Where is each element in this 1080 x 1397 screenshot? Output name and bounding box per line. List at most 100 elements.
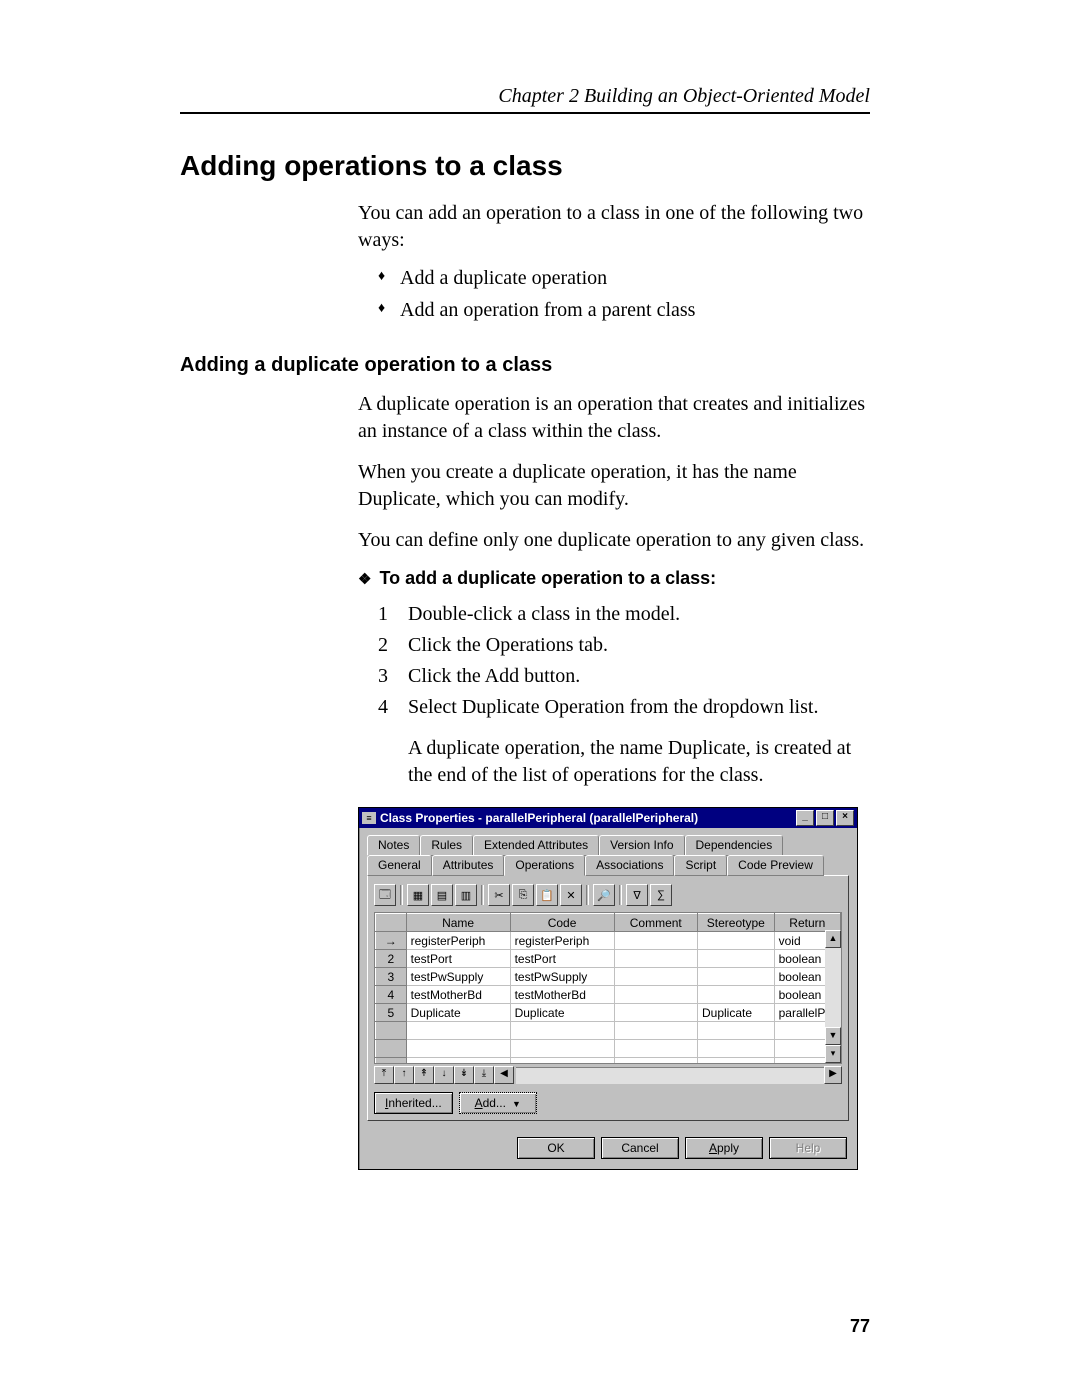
nav-last-icon[interactable]: ⤓ — [474, 1066, 494, 1084]
tab-code-preview[interactable]: Code Preview — [727, 855, 824, 876]
cancel-button[interactable]: Cancel — [601, 1137, 679, 1159]
row-indicator[interactable]: 4 — [376, 986, 407, 1004]
table-row[interactable]: →registerPeriphregisterPeriphvoid — [376, 932, 841, 950]
tab-associations[interactable]: Associations — [585, 855, 674, 876]
col-stereotype[interactable]: Stereotype — [697, 914, 774, 932]
nav-up-icon[interactable]: ↑ — [394, 1066, 414, 1084]
step-item: Select Duplicate Operation from the drop… — [378, 692, 870, 723]
customize-icon[interactable]: ∑ — [650, 884, 672, 906]
tab-extended-attributes[interactable]: Extended Attributes — [473, 835, 599, 856]
row-indicator[interactable]: → — [376, 932, 407, 950]
cell-comment[interactable] — [614, 968, 697, 986]
cell-comment[interactable] — [614, 986, 697, 1004]
cell-comment[interactable] — [614, 1004, 697, 1022]
table-row[interactable]: 5DuplicateDuplicateDuplicateparallelPer — [376, 1004, 841, 1022]
help-button[interactable]: Help — [769, 1137, 847, 1159]
tab-rules[interactable]: Rules — [420, 835, 473, 856]
cell-stereotype[interactable] — [697, 932, 774, 950]
tab-version-info[interactable]: Version Info — [599, 835, 684, 856]
bullet-item: Add a duplicate operation — [378, 262, 870, 294]
tab-dependencies[interactable]: Dependencies — [685, 835, 784, 856]
cell-comment[interactable] — [614, 932, 697, 950]
tab-general[interactable]: General — [367, 855, 432, 876]
inherited-button[interactable]: Inherited... — [374, 1092, 453, 1114]
horizontal-scrollbar[interactable] — [516, 1067, 824, 1084]
operations-grid[interactable]: Name Code Comment Stereotype Return →reg… — [374, 912, 842, 1064]
col-return[interactable]: Return — [774, 914, 840, 932]
cell-code[interactable]: testMotherBd — [510, 986, 614, 1004]
paste-icon[interactable]: 📋 — [536, 884, 558, 906]
step-item: Click the Operations tab. — [378, 630, 870, 661]
system-menu-icon[interactable]: ≡ — [362, 812, 376, 824]
cell-stereotype[interactable] — [697, 968, 774, 986]
add-button[interactable]: Add... — [459, 1092, 537, 1114]
nav-left-icon[interactable]: ◀ — [494, 1066, 514, 1084]
step-item: Double-click a class in the model. — [378, 599, 870, 630]
row-indicator[interactable]: 3 — [376, 968, 407, 986]
tab-operations[interactable]: Operations — [504, 855, 585, 876]
section-title: Adding operations to a class — [180, 150, 870, 182]
col-comment[interactable]: Comment — [614, 914, 697, 932]
apply-button[interactable]: Apply — [685, 1137, 763, 1159]
cell-code[interactable]: Duplicate — [510, 1004, 614, 1022]
table-row[interactable] — [376, 1022, 841, 1040]
dialog-titlebar[interactable]: ≡ Class Properties - parallelPeripheral … — [359, 808, 857, 828]
paragraph: A duplicate operation is an operation th… — [358, 391, 870, 445]
maximize-button[interactable]: □ — [816, 810, 834, 826]
row-indicator[interactable]: 5 — [376, 1004, 407, 1022]
scroll-end-icon[interactable]: ▾ — [825, 1045, 841, 1063]
tab-script[interactable]: Script — [674, 855, 727, 876]
scroll-down-icon[interactable]: ▼ — [825, 1027, 841, 1045]
table-row[interactable] — [376, 1058, 841, 1065]
subsection-title: Adding a duplicate operation to a class — [180, 354, 870, 377]
find-icon[interactable]: 🔎 — [593, 884, 615, 906]
table-row[interactable]: 3testPwSupplytestPwSupplyboolean — [376, 968, 841, 986]
cell-code[interactable]: testPort — [510, 950, 614, 968]
cell-name[interactable]: testPwSupply — [406, 968, 510, 986]
insert-row-icon[interactable]: ▦ — [407, 884, 429, 906]
minimize-button[interactable]: _ — [796, 810, 814, 826]
add-rows-icon[interactable]: ▥ — [455, 884, 477, 906]
copy-icon[interactable]: ⎘ — [512, 884, 534, 906]
delete-icon[interactable]: ✕ — [560, 884, 582, 906]
cell-stereotype[interactable]: Duplicate — [697, 1004, 774, 1022]
cell-name[interactable]: testPort — [406, 950, 510, 968]
grid-nav-row: ⤒ ↑ ↟ ↓ ↡ ⤓ ◀ ▶ — [374, 1066, 842, 1084]
filter-icon[interactable]: ∇ — [626, 884, 648, 906]
table-row[interactable] — [376, 1040, 841, 1058]
nav-down-icon[interactable]: ↓ — [434, 1066, 454, 1084]
table-row[interactable]: 4testMotherBdtestMotherBdboolean — [376, 986, 841, 1004]
cell-name[interactable]: Duplicate — [406, 1004, 510, 1022]
vertical-scrollbar[interactable]: ▲ ▼ ▾ — [825, 930, 841, 1063]
row-indicator[interactable]: 2 — [376, 950, 407, 968]
col-name[interactable]: Name — [406, 914, 510, 932]
cell-name[interactable]: registerPeriph — [406, 932, 510, 950]
intro-bullet-list: Add a duplicate operation Add an operati… — [378, 262, 870, 326]
table-row[interactable]: 2testPorttestPortboolean — [376, 950, 841, 968]
cell-code[interactable]: testPwSupply — [510, 968, 614, 986]
step-item: Click the Add button. — [378, 661, 870, 692]
paragraph: You can define only one duplicate operat… — [358, 527, 870, 554]
ok-button[interactable]: OK — [517, 1137, 595, 1159]
scroll-right-icon[interactable]: ▶ — [824, 1066, 842, 1084]
nav-first-icon[interactable]: ⤒ — [374, 1066, 394, 1084]
grid-toolbar: 🗔 ▦ ▤ ▥ ✂ ⎘ 📋 ✕ 🔎 ∇ ∑ — [374, 884, 842, 906]
dialog-title: Class Properties - parallelPeripheral (p… — [380, 811, 698, 825]
cut-icon[interactable]: ✂ — [488, 884, 510, 906]
add-row-icon[interactable]: ▤ — [431, 884, 453, 906]
scroll-up-icon[interactable]: ▲ — [825, 930, 841, 948]
nav-next-icon[interactable]: ↡ — [454, 1066, 474, 1084]
cell-stereotype[interactable] — [697, 950, 774, 968]
tab-attributes[interactable]: Attributes — [432, 855, 505, 876]
cell-comment[interactable] — [614, 950, 697, 968]
cell-name[interactable]: testMotherBd — [406, 986, 510, 1004]
properties-icon[interactable]: 🗔 — [374, 884, 396, 906]
cell-stereotype[interactable] — [697, 986, 774, 1004]
close-button[interactable]: × — [836, 810, 854, 826]
cell-code[interactable]: registerPeriph — [510, 932, 614, 950]
row-header-col[interactable] — [376, 914, 407, 932]
nav-prev-icon[interactable]: ↟ — [414, 1066, 434, 1084]
task-title: To add a duplicate operation to a class: — [358, 568, 870, 589]
col-code[interactable]: Code — [510, 914, 614, 932]
tab-notes[interactable]: Notes — [367, 835, 420, 856]
